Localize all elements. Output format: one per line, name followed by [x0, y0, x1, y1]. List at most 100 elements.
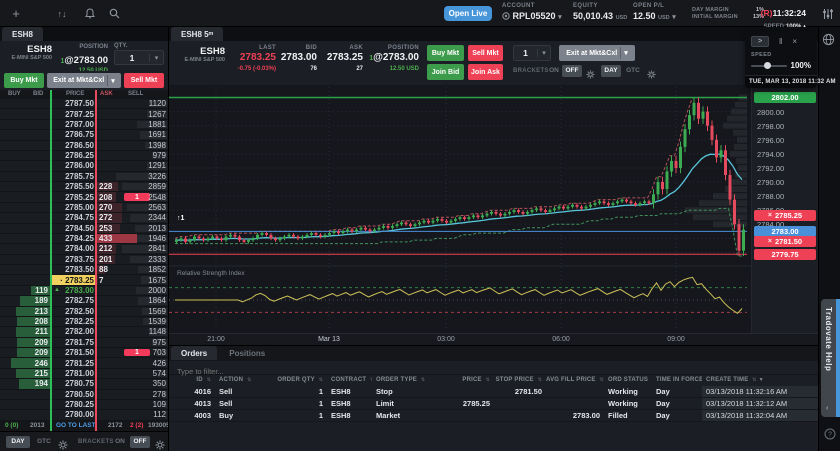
ask-size[interactable]: 253 — [99, 224, 129, 233]
price-cell[interactable]: 2783.75 — [52, 255, 94, 264]
sort-icon[interactable]: ⇅ — [207, 377, 211, 383]
dom-row[interactable]: 2786.25979 — [0, 151, 168, 161]
price-cell[interactable]: 2782.25 — [52, 317, 94, 326]
bid-size[interactable]: 194 — [10, 379, 48, 388]
price-cell[interactable]: 2782.50 — [52, 307, 94, 316]
help-tab[interactable]: Tradovate Help ‹ — [821, 299, 836, 417]
price-cell[interactable]: 2785.75 — [52, 172, 94, 181]
dom-row[interactable]: 2132782.501569 — [0, 307, 168, 317]
dom-row[interactable]: 2092781.75975 — [0, 338, 168, 348]
dom-row[interactable]: 2012783.752333 — [0, 255, 168, 265]
orders-col-contract[interactable]: CONTRACT ⇅ — [327, 375, 372, 386]
dom-row[interactable]: 2082785.2512548 — [0, 192, 168, 202]
bid-size[interactable]: 208 — [10, 317, 48, 326]
open-pl-block[interactable]: OPEN P/L 12.50 USD ▾ — [633, 3, 676, 21]
open-live-button[interactable]: Open Live — [444, 6, 492, 21]
sell-mkt-button[interactable]: Sell Mkt — [124, 73, 164, 88]
exit-at-mkt-cxl-button[interactable]: Exit at Mkt&Cxl▾ — [47, 73, 121, 88]
sort-icon[interactable]: ⇅ — [421, 377, 425, 383]
chart-day-toggle[interactable]: DAY — [601, 65, 621, 77]
orders-col-time-in-force[interactable]: TIME IN FORCE ⇅ — [652, 375, 702, 386]
price-cell[interactable]: 2785.25 — [52, 192, 94, 201]
price-cell[interactable]: 2780.50 — [52, 390, 94, 399]
chart-tab-esh8-5m[interactable]: ESH8 5ᵐ — [171, 27, 223, 41]
chart-brackets-off[interactable]: OFF — [562, 65, 582, 77]
sort-icon[interactable]: ⇅ — [538, 377, 542, 383]
dom-row[interactable]: 2092781.501703 — [0, 348, 168, 358]
time-axis[interactable]: 21:00Mar 1303:0006:0009:00 — [169, 333, 819, 345]
ask-size[interactable]: 88 — [99, 265, 129, 274]
buy-mkt-button[interactable]: Buy Mkt — [4, 73, 44, 88]
question-icon[interactable]: ? — [824, 427, 836, 445]
dom-row[interactable]: 2082782.251539 — [0, 317, 168, 327]
dom-tab-esh8[interactable]: ESH8 — [2, 27, 43, 41]
bid-size[interactable]: 213 — [10, 307, 48, 316]
col-buy[interactable]: BUY — [8, 91, 21, 97]
speed-slider[interactable] — [751, 65, 787, 67]
price-cell[interactable]: 2784.25 — [52, 234, 94, 243]
price-cell[interactable]: 2787.25 — [52, 109, 94, 118]
mixer-settings-icon[interactable] — [818, 0, 838, 27]
brackets-off-toggle[interactable]: OFF — [130, 436, 150, 448]
col-sell[interactable]: SELL — [128, 91, 143, 97]
tab-orders[interactable]: Orders — [171, 346, 217, 360]
price-cell[interactable]: 2785.00 — [52, 203, 94, 212]
tab-positions[interactable]: Positions — [219, 346, 275, 360]
dom-row[interactable]: 2785.753226 — [0, 172, 168, 182]
search-icon[interactable] — [106, 0, 122, 27]
bid-size[interactable]: 189 — [10, 296, 48, 305]
go-to-last-button[interactable]: GO TO LAST — [56, 422, 96, 429]
orders-col-avg-fill-price[interactable]: AVG FILL PRICE ⇅ — [546, 375, 604, 386]
order-price-badge[interactable]: 2779.75 — [754, 249, 816, 260]
dom-row[interactable]: 1192783.00▲2000 — [0, 286, 168, 296]
dom-row[interactable]: 2780.50278 — [0, 390, 168, 400]
bid-size[interactable]: 246 — [10, 358, 48, 367]
gear-icon[interactable] — [58, 437, 68, 451]
orders-col-id[interactable]: ID ⇅ — [169, 375, 215, 386]
chart-brackets-on[interactable]: ON — [547, 65, 561, 77]
price-cell[interactable]: 2782.75 — [52, 296, 94, 305]
price-cell[interactable]: 2781.00 — [52, 369, 94, 378]
dom-row[interactable]: 2152781.00574 — [0, 369, 168, 379]
price-cell[interactable]: 2782.00 — [52, 327, 94, 336]
bid-size[interactable]: 209 — [10, 338, 48, 347]
filter-funnel-icon[interactable]: ▼ — [759, 377, 764, 383]
bell-icon[interactable] — [82, 0, 98, 27]
price-cell[interactable]: 2784.00 — [52, 244, 94, 253]
dom-row[interactable]: 2787.001881 — [0, 120, 168, 130]
join-bid-button[interactable]: Join Bid — [427, 64, 464, 80]
chevron-down-icon[interactable]: ▾ — [149, 54, 163, 62]
ask-size[interactable]: 212 — [99, 244, 129, 253]
ask-size[interactable]: 270 — [99, 203, 129, 212]
dom-row[interactable]: 1942780.75350 — [0, 379, 168, 389]
price-cell[interactable]: 2786.75 — [52, 130, 94, 139]
price-cell[interactable]: 2786.25 — [52, 151, 94, 160]
chevron-down-icon[interactable]: ▾ — [111, 77, 115, 85]
gear-icon[interactable] — [586, 66, 595, 84]
price-cell[interactable]: 2787.50 — [52, 99, 94, 108]
dom-row[interactable]: 2122784.002841 — [0, 244, 168, 254]
ask-size[interactable]: 433 — [99, 234, 129, 243]
position-price-badge[interactable]: 2783.00 — [754, 226, 816, 237]
dom-row[interactable]: 7· 2783.251675 — [0, 275, 168, 285]
chart-exit-button[interactable]: Exit at Mkt&Cxl▾ — [559, 45, 635, 61]
orders-col-price[interactable]: PRICE ⇅ — [434, 375, 494, 386]
price-cell[interactable]: 2780.75 — [52, 379, 94, 388]
chevron-left-icon[interactable]: ‹ — [826, 405, 828, 412]
order-price-badge[interactable]: ×2785.25 — [754, 210, 816, 221]
order-row[interactable]: 4016Sell1ESH8Stop2781.50WorkingDay03/13/… — [169, 386, 819, 398]
dom-row[interactable]: 1892782.751864 — [0, 296, 168, 306]
dom-row[interactable]: 2702785.002563 — [0, 203, 168, 213]
account-block[interactable]: ACCOUNT RPL05520 ▾ — [502, 3, 562, 21]
globe-icon[interactable] — [822, 33, 835, 51]
chart-sell-mkt-button[interactable]: Sell Mkt — [468, 45, 503, 61]
replay-clock[interactable]: (R)11:32:24 SPEED:100% ▴ — [744, 3, 806, 30]
sort-icon[interactable]: ⇅ — [486, 377, 490, 383]
cancel-order-icon[interactable]: × — [768, 212, 772, 219]
day-toggle[interactable]: DAY — [6, 436, 30, 448]
price-cell[interactable]: 2785.50 — [52, 182, 94, 191]
dom-row[interactable]: 2787.501120 — [0, 99, 168, 109]
price-cell[interactable]: · 2783.25 — [51, 275, 95, 284]
bid-size[interactable]: 119 — [10, 286, 48, 295]
price-cell[interactable]: 2786.00 — [52, 161, 94, 170]
